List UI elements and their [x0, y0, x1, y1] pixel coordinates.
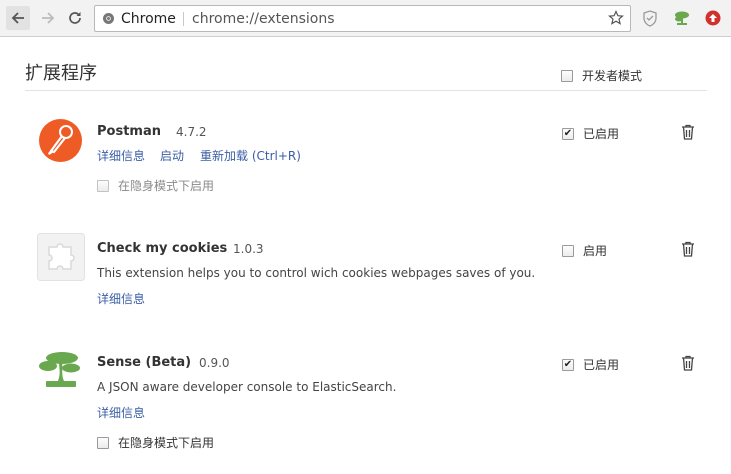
- arrow-right-icon: [41, 11, 55, 25]
- extension-description: This extension helps you to control wich…: [97, 266, 536, 280]
- developer-mode-checkbox[interactable]: [561, 69, 573, 82]
- arrow-left-icon: [11, 11, 25, 25]
- back-button[interactable]: [6, 6, 30, 30]
- star-icon[interactable]: [608, 10, 624, 29]
- address-bar[interactable]: Chrome chrome://extensions: [94, 5, 631, 32]
- forward-button[interactable]: [36, 6, 60, 30]
- bonsai-tree-icon[interactable]: [673, 9, 691, 27]
- enable-toggle[interactable]: 启用: [562, 242, 607, 259]
- reload-button[interactable]: [63, 6, 87, 30]
- bonsai-tree-icon: [38, 349, 84, 392]
- incognito-checkbox[interactable]: [97, 436, 109, 449]
- incognito-toggle[interactable]: 在隐身模式下启用: [97, 177, 214, 194]
- trash-icon[interactable]: [681, 124, 695, 140]
- extension-name: Postman: [97, 124, 161, 139]
- shield-icon[interactable]: [641, 9, 659, 27]
- incognito-label: 在隐身模式下启用: [118, 436, 215, 450]
- enable-label: 启用: [583, 244, 608, 258]
- trash-icon[interactable]: [681, 241, 695, 257]
- extension-name: Sense (Beta): [97, 355, 192, 370]
- reload-link[interactable]: 重新加载 (Ctrl+R): [200, 147, 301, 164]
- browser-toolbar: Chrome chrome://extensions: [0, 0, 731, 37]
- divider: [183, 12, 184, 26]
- enable-toggle[interactable]: ✔ 已启用: [562, 356, 619, 373]
- extension-version: 1.0.3: [233, 242, 264, 256]
- site-chip: Chrome: [121, 11, 176, 27]
- extension-version: 4.7.2: [176, 125, 207, 139]
- launch-link[interactable]: 启动: [160, 147, 184, 164]
- details-link[interactable]: 详细信息: [97, 404, 145, 421]
- divider: [25, 90, 707, 91]
- enable-checkbox[interactable]: ✔: [562, 358, 574, 371]
- puzzle-piece-icon: [37, 233, 85, 284]
- chrome-icon: [102, 12, 115, 28]
- enable-label: 已启用: [583, 358, 620, 372]
- enable-checkbox[interactable]: [562, 244, 574, 257]
- upload-icon[interactable]: [704, 9, 722, 27]
- incognito-label: 在隐身模式下启用: [118, 179, 215, 193]
- details-link[interactable]: 详细信息: [97, 147, 145, 164]
- incognito-toggle[interactable]: 在隐身模式下启用: [97, 434, 214, 451]
- trash-icon[interactable]: [681, 355, 695, 371]
- url-text[interactable]: chrome://extensions: [192, 11, 335, 27]
- postman-logo-icon: [38, 118, 83, 166]
- extension-description: A JSON aware developer console to Elasti…: [97, 380, 397, 394]
- incognito-checkbox[interactable]: [97, 179, 109, 192]
- enable-label: 已启用: [583, 127, 620, 141]
- page-title: 扩展程序: [25, 63, 97, 84]
- details-link[interactable]: 详细信息: [97, 290, 145, 307]
- enable-toggle[interactable]: ✔ 已启用: [562, 125, 619, 142]
- reload-icon: [68, 11, 82, 25]
- developer-mode-toggle[interactable]: 开发者模式: [561, 67, 642, 84]
- extension-version: 0.9.0: [199, 356, 230, 370]
- enable-checkbox[interactable]: ✔: [562, 127, 574, 140]
- extension-name: Check my cookies: [97, 241, 228, 256]
- developer-mode-label: 开发者模式: [582, 69, 643, 83]
